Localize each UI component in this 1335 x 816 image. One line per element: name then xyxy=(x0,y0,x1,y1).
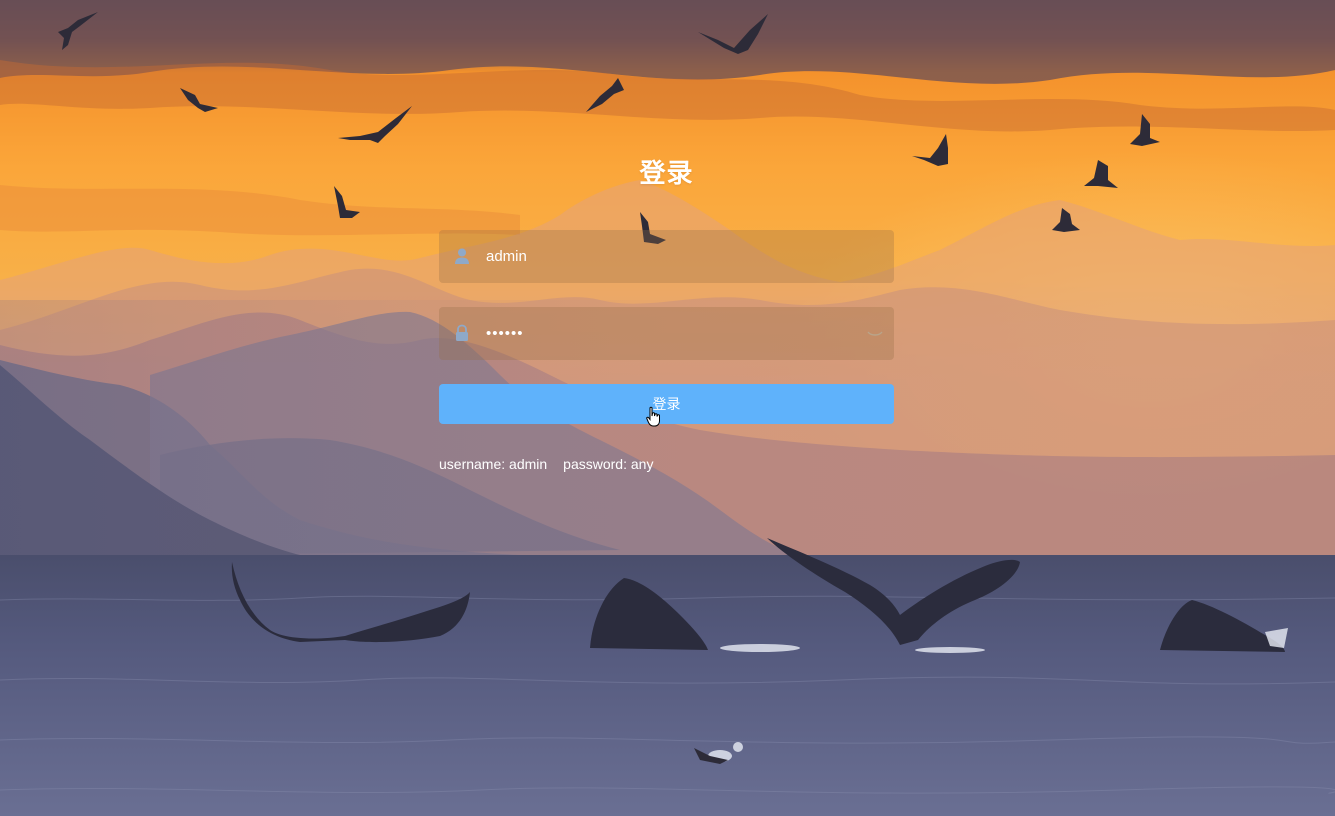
credentials-hint: username: admin password: any xyxy=(439,455,894,473)
username-field[interactable]: admin xyxy=(439,230,894,283)
username-value: admin xyxy=(486,248,527,265)
user-icon xyxy=(455,248,469,264)
lock-icon xyxy=(456,324,468,341)
username-hint: username: admin xyxy=(439,456,548,472)
login-page: 登录 admin •••••• 登录 username: admin passwo… xyxy=(0,0,1335,816)
hand-pointer-cursor xyxy=(646,406,660,427)
login-form: 登录 admin •••••• 登录 username: admin passwo… xyxy=(439,150,894,473)
eye-closed-icon[interactable] xyxy=(866,325,884,343)
password-value: •••••• xyxy=(486,325,524,342)
login-title: 登录 xyxy=(639,158,694,188)
login-button[interactable]: 登录 xyxy=(439,384,894,424)
password-field[interactable]: •••••• xyxy=(439,307,894,360)
password-hint: password: any xyxy=(563,456,654,472)
